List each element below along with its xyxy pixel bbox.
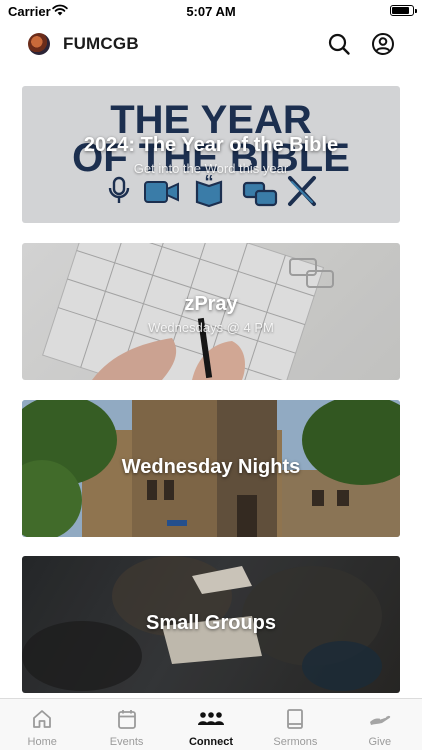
app-header: FUMCGB <box>0 22 422 66</box>
video-icon <box>144 181 179 203</box>
calendar-icon <box>117 710 136 729</box>
tab-connect[interactable]: Connect <box>169 699 253 750</box>
card-subtitle: Wednesdays @ 4 PM <box>148 320 274 335</box>
tab-bar: Home Events Connect Sermons Give <box>0 698 422 750</box>
card-text-block: 2024: The Year of the Bible Get into the… <box>22 134 400 176</box>
chat-bubbles-icon <box>242 181 278 207</box>
card-zpray[interactable]: zPray Wednesdays @ 4 PM <box>22 243 400 380</box>
search-icon <box>328 33 350 55</box>
home-icon <box>33 710 52 728</box>
tab-give[interactable]: Give <box>338 699 422 750</box>
card-title: Small Groups <box>145 612 277 634</box>
battery-level <box>392 7 410 14</box>
clock: 5:07 AM <box>186 4 236 19</box>
card-small-groups[interactable]: Small Groups <box>22 556 400 693</box>
tab-label: Give <box>368 736 392 748</box>
card-text-block: Wednesday Nights <box>22 456 400 479</box>
card-title: 2024: The Year of the Bible <box>83 134 339 156</box>
tab-label: Connect <box>188 736 233 748</box>
app-title: FUMCGB <box>63 34 139 53</box>
tab-events[interactable]: Events <box>84 699 168 750</box>
book-icon <box>287 709 304 729</box>
cross-hands-icon <box>288 176 316 206</box>
card-text-block: zPray Wednesdays @ 4 PM <box>22 293 400 335</box>
card-subtitle: Get into the Word this year <box>133 161 289 176</box>
tab-label: Home <box>27 736 57 748</box>
tab-sermons[interactable]: Sermons <box>253 699 337 750</box>
tab-label: Sermons <box>273 736 318 748</box>
card-wednesday-nights[interactable]: Wednesday Nights <box>22 400 400 537</box>
profile-button[interactable] <box>371 32 395 56</box>
church-logo <box>28 33 50 55</box>
card-text-block: Small Groups <box>22 612 400 635</box>
card-title: zPray <box>184 293 238 315</box>
search-button[interactable] <box>327 32 351 56</box>
profile-icon <box>372 33 394 55</box>
give-hand-icon <box>369 715 391 725</box>
card-year-of-the-bible[interactable]: THE YEAR OF THE BIBLE “ 2024: The Year o… <box>22 86 400 223</box>
people-icon <box>197 712 224 725</box>
status-bar: Carrier 5:07 AM <box>0 0 422 22</box>
tab-label: Events <box>109 736 144 748</box>
tab-home[interactable]: Home <box>0 699 84 750</box>
battery-icon <box>390 5 417 16</box>
card-title: Wednesday Nights <box>121 456 301 478</box>
microphone-icon <box>108 176 130 203</box>
